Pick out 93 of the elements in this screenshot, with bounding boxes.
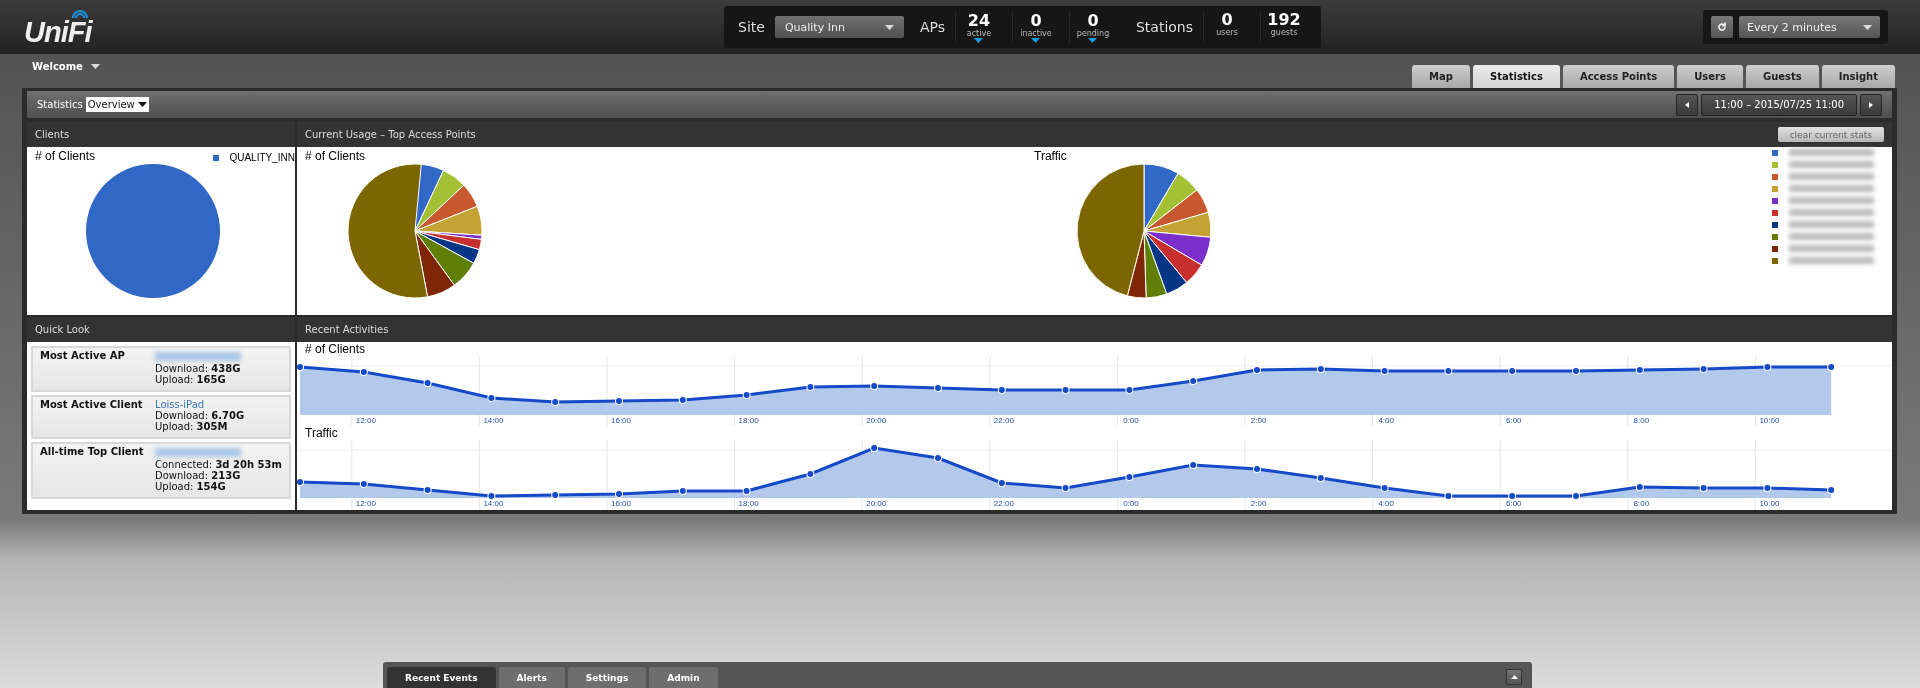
panel-title: Recent Activities [305,324,389,335]
caret-icon [1088,37,1098,43]
statistics-label: Statistics [37,99,83,110]
site-dropdown[interactable]: Quality Inn [774,16,904,38]
stations-label: Stations [1135,19,1194,35]
bottom-tab[interactable]: Recent Events [387,667,496,688]
chart-title: Traffic [1034,149,1067,163]
caret-icon [1863,24,1872,30]
axis-label: 18:00 [738,416,759,425]
ap-count: 0 [1087,11,1099,29]
station-count-label: users [1216,28,1238,37]
axis-label: 16:00 [611,499,632,508]
ap-count-label: inactive [1020,28,1052,38]
axis-label: 14:00 [483,416,504,425]
caret-up-icon [1510,675,1518,679]
axis-label: 2:00 [1250,499,1267,508]
nav-tab[interactable]: Insight [1821,65,1895,88]
welcome-text: Welcome [32,61,83,72]
axis-label: 16:00 [611,416,632,425]
caret-icon [884,24,894,30]
chart-title: # of Clients [305,149,366,163]
view-dropdown[interactable]: Overview [85,97,149,112]
stat-line: Download: 438G [155,363,242,374]
axis-label: 22:00 [993,499,1014,508]
time-range-button[interactable]: 11:00 – 2015/07/25 11:00 [1701,93,1857,116]
ap-count: 0 [1030,11,1042,29]
axis-label: 10:00 [1759,416,1780,425]
bottom-tab[interactable]: Settings [567,667,647,688]
chart-title: Traffic [305,426,338,440]
nav-tab[interactable]: Access Points [1562,65,1675,88]
axis-label: 14:00 [483,499,504,508]
axis-label: 20:00 [866,499,887,508]
axis-label: 0:00 [1123,499,1139,508]
panel-title: Clients [35,129,70,140]
ap-count: 24 [967,11,991,29]
station-count: 192 [1267,11,1301,28]
bottom-tab[interactable]: Admin [649,667,718,688]
stat-line: Download: 213G [155,470,242,481]
wifi-icon [72,9,88,19]
client-link[interactable]: Loiss-iPad [155,399,282,410]
bottom-tab[interactable]: Alerts [498,667,565,688]
site-label: Site [738,19,765,35]
axis-label: 4:00 [1378,416,1394,425]
legend-label: QUALITY_INN [229,152,295,163]
refresh-interval-dropdown[interactable]: Every 2 minutes [1739,16,1880,38]
axis-label: 20:00 [866,416,887,425]
aps-label: APs [919,19,945,35]
axis-label: 8:00 [1633,416,1650,425]
caret-icon [1031,37,1041,43]
nav-tab[interactable]: Map [1412,65,1470,88]
collapse-button[interactable] [1506,669,1522,685]
nav-tab[interactable]: Statistics [1472,65,1560,88]
station-count: 0 [1221,11,1233,28]
nav-tab[interactable]: Users [1677,65,1743,88]
axis-label: 6:00 [1506,416,1522,425]
panel-title: Current Usage – Top Access Points [305,129,476,140]
legend-swatch [213,154,220,161]
axis-label: 12:00 [355,499,376,508]
axis-label: 4:00 [1378,499,1394,508]
axis-label: 2:00 [1250,416,1267,425]
axis-label: 12:00 [355,416,376,425]
station-count-label: guests [1270,28,1298,37]
axis-label: 10:00 [1759,499,1780,508]
caret-icon [90,64,100,69]
stat-line: Connected: 3d 20h 53m [155,459,282,470]
caret-icon [974,37,984,43]
stat-line: Download: 6.70G [155,410,246,421]
ap-count-label: pending [1076,28,1110,38]
caret-icon [137,102,147,107]
chart-title: # of Clients [305,342,366,356]
axis-label: 18:00 [738,499,759,508]
nav-tab[interactable]: Guests [1745,65,1819,88]
stat-label: Most Active Client [40,399,144,412]
stat-line: Upload: 154G [155,481,227,492]
axis-label: 6:00 [1506,499,1522,508]
left-arrow-icon [1685,101,1690,108]
next-button[interactable] [1860,93,1882,116]
unifi-logo: UniFi [24,19,92,45]
axis-label: 8:00 [1633,499,1650,508]
stat-label: All-time Top Client [40,446,145,459]
refresh-icon [1717,22,1727,32]
panel-title: Quick Look [35,324,90,335]
refresh-button[interactable] [1711,16,1733,38]
previous-button[interactable] [1676,93,1699,116]
stat-line: Upload: 305M [155,421,229,432]
axis-label: 22:00 [993,416,1014,425]
clear-stats-button[interactable]: clear current stats [1777,127,1884,142]
right-arrow-icon [1869,101,1873,108]
ap-count-label: active [966,28,992,38]
chart-title: # of Clients [35,149,96,163]
stat-line: Upload: 165G [155,374,227,385]
axis-label: 0:00 [1123,416,1139,425]
stat-label: Most Active AP [40,350,126,363]
